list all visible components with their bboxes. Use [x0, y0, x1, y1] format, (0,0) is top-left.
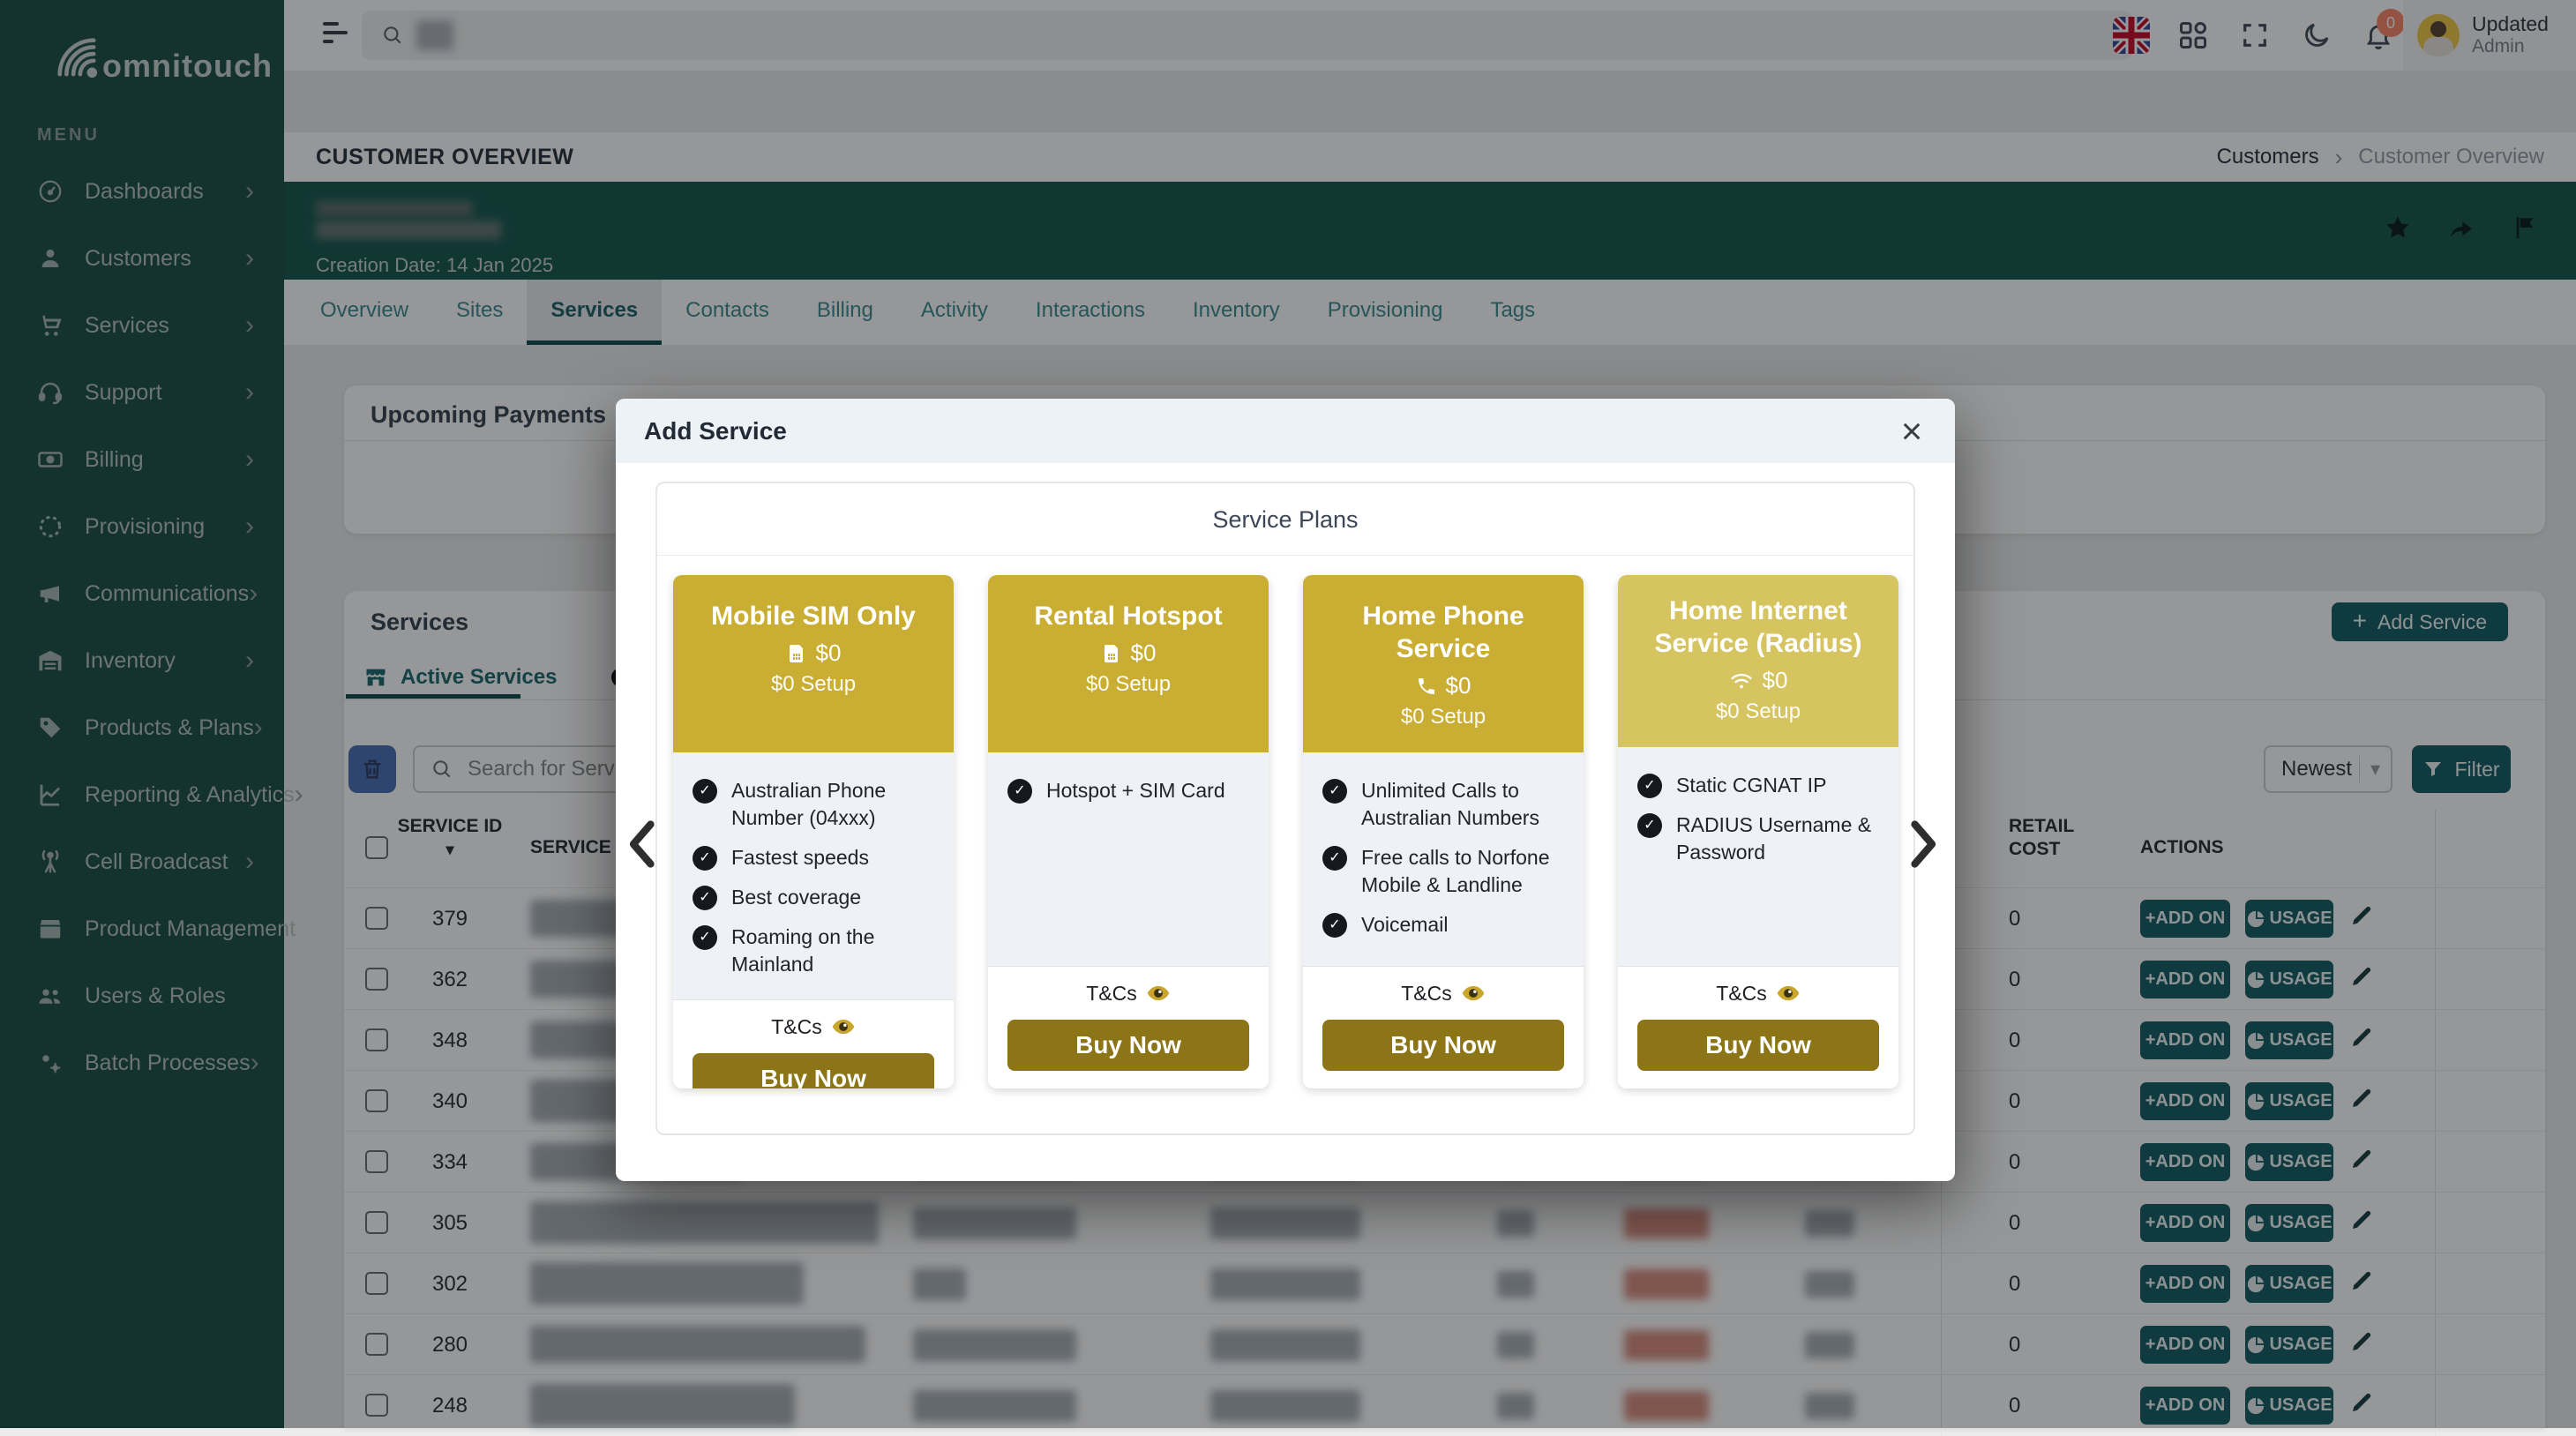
sim-card-icon	[786, 643, 807, 664]
buy-now-button[interactable]: Buy Now	[1007, 1020, 1249, 1071]
terms-link[interactable]: T&Cs	[1007, 981, 1249, 1006]
buy-now-button[interactable]: Buy Now	[1637, 1020, 1879, 1071]
add-service-modal: Add Service Service Plans Mobile SIM Onl…	[616, 399, 1955, 1181]
check-icon	[693, 886, 717, 910]
carousel-right-arrow[interactable]	[1907, 818, 1943, 871]
plan-card-home-internet-service: Home Internet Service (Radius) $0 $0 Set…	[1618, 575, 1898, 1088]
check-icon	[1637, 774, 1662, 798]
wifi-icon	[1729, 669, 1754, 693]
check-icon	[1007, 779, 1032, 804]
plan-card-rental-hotspot: Rental Hotspot $0 $0 Setup Hotspot + SIM…	[988, 575, 1269, 1088]
close-icon[interactable]	[1891, 411, 1932, 452]
plan-name: Home Internet Service (Radius)	[1618, 595, 1898, 660]
terms-link[interactable]: T&Cs	[1322, 981, 1564, 1006]
buy-now-button[interactable]: Buy Now	[1322, 1020, 1564, 1071]
check-icon	[1322, 846, 1347, 871]
sim-card-icon	[1101, 643, 1122, 664]
modal-title: Add Service	[644, 417, 787, 445]
plan-name: Rental Hotspot	[988, 600, 1269, 632]
check-icon	[693, 925, 717, 950]
plan-name: Home Phone Service	[1303, 600, 1584, 665]
plan-card-mobile-sim-only: Mobile SIM Only $0 $0 Setup Australian P…	[673, 575, 954, 1088]
terms-link[interactable]: T&Cs	[693, 1014, 934, 1039]
buy-now-button[interactable]: Buy Now	[693, 1053, 934, 1088]
eye-icon	[1461, 981, 1486, 1006]
carousel-left-arrow[interactable]	[625, 818, 660, 871]
service-plans-panel: Service Plans Mobile SIM Only $0 $0 Setu…	[655, 482, 1915, 1135]
plan-card-home-phone-service: Home Phone Service $0 $0 Setup Unlimited…	[1303, 575, 1584, 1088]
check-icon	[1322, 913, 1347, 938]
modal-header: Add Service	[616, 399, 1955, 463]
plan-name: Mobile SIM Only	[673, 600, 954, 632]
check-icon	[1322, 779, 1347, 804]
check-icon	[693, 846, 717, 871]
terms-link[interactable]: T&Cs	[1637, 981, 1879, 1006]
eye-icon	[1146, 981, 1171, 1006]
phone-icon	[1416, 676, 1437, 697]
check-icon	[693, 779, 717, 804]
service-plans-title: Service Plans	[657, 483, 1913, 556]
eye-icon	[831, 1014, 856, 1039]
check-icon	[1637, 813, 1662, 838]
eye-icon	[1776, 981, 1801, 1006]
